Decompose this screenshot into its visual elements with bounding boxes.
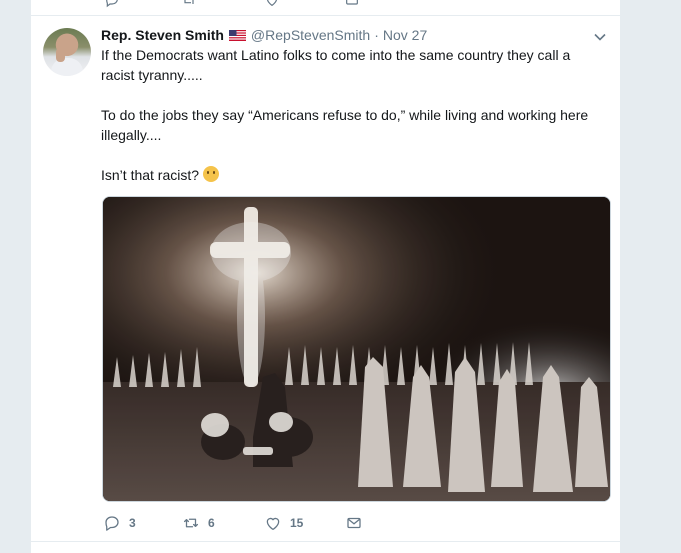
like-icon bbox=[266, 0, 278, 7]
previous-tweet-actions bbox=[31, 0, 620, 16]
chevron-down-icon[interactable] bbox=[593, 30, 607, 44]
retweet-icon bbox=[183, 518, 199, 528]
avatar-hand bbox=[56, 48, 65, 62]
reply-icon bbox=[105, 516, 119, 531]
retweet-button[interactable]: 6 bbox=[182, 513, 264, 533]
previous-like-action[interactable] bbox=[264, 0, 280, 8]
previous-reply-action[interactable] bbox=[104, 0, 120, 8]
header-separator: · bbox=[374, 27, 379, 43]
tweet-image[interactable] bbox=[102, 196, 611, 502]
tweet-paragraph-3: Isn’t that racist? bbox=[101, 165, 601, 185]
retweet-count: 6 bbox=[208, 516, 215, 530]
tweet-date[interactable]: Nov 27 bbox=[383, 27, 427, 43]
like-button[interactable]: 15 bbox=[264, 513, 345, 533]
tweet-actions: 3 6 15 bbox=[103, 513, 371, 533]
tweet-header: Rep. Steven Smith @RepStevenSmith · Nov … bbox=[101, 26, 427, 44]
previous-retweet-action[interactable] bbox=[181, 0, 197, 8]
direct-message-icon bbox=[346, 0, 358, 5]
avatar-shirt bbox=[51, 58, 83, 76]
tweet-paragraph-3-text: Isn’t that racist? bbox=[101, 167, 200, 183]
retweet-icon bbox=[184, 0, 194, 4]
us-flag-icon bbox=[228, 29, 246, 41]
tweet-paragraph-1: If the Democrats want Latino folks to co… bbox=[101, 47, 571, 83]
like-icon bbox=[266, 517, 280, 531]
tweet-paragraph-2: To do the jobs they say “Americans refus… bbox=[101, 107, 589, 143]
thinking-face-emoji bbox=[203, 166, 220, 182]
direct-message-button[interactable] bbox=[345, 513, 371, 533]
tweet-image-content bbox=[103, 197, 610, 501]
author-avatar[interactable] bbox=[43, 28, 91, 76]
tweet-text: If the Democrats want Latino folks to co… bbox=[101, 45, 601, 185]
direct-message-icon bbox=[347, 517, 361, 529]
reply-button[interactable]: 3 bbox=[103, 513, 182, 533]
previous-message-action[interactable] bbox=[344, 0, 360, 8]
timeline-column: Rep. Steven Smith @RepStevenSmith · Nov … bbox=[30, 0, 621, 553]
tweet-divider bbox=[31, 541, 620, 542]
author-handle[interactable]: @RepStevenSmith bbox=[251, 27, 370, 43]
reply-count: 3 bbox=[129, 516, 136, 530]
reply-icon bbox=[106, 0, 118, 8]
like-count: 15 bbox=[290, 516, 304, 530]
author-name[interactable]: Rep. Steven Smith bbox=[101, 27, 224, 43]
